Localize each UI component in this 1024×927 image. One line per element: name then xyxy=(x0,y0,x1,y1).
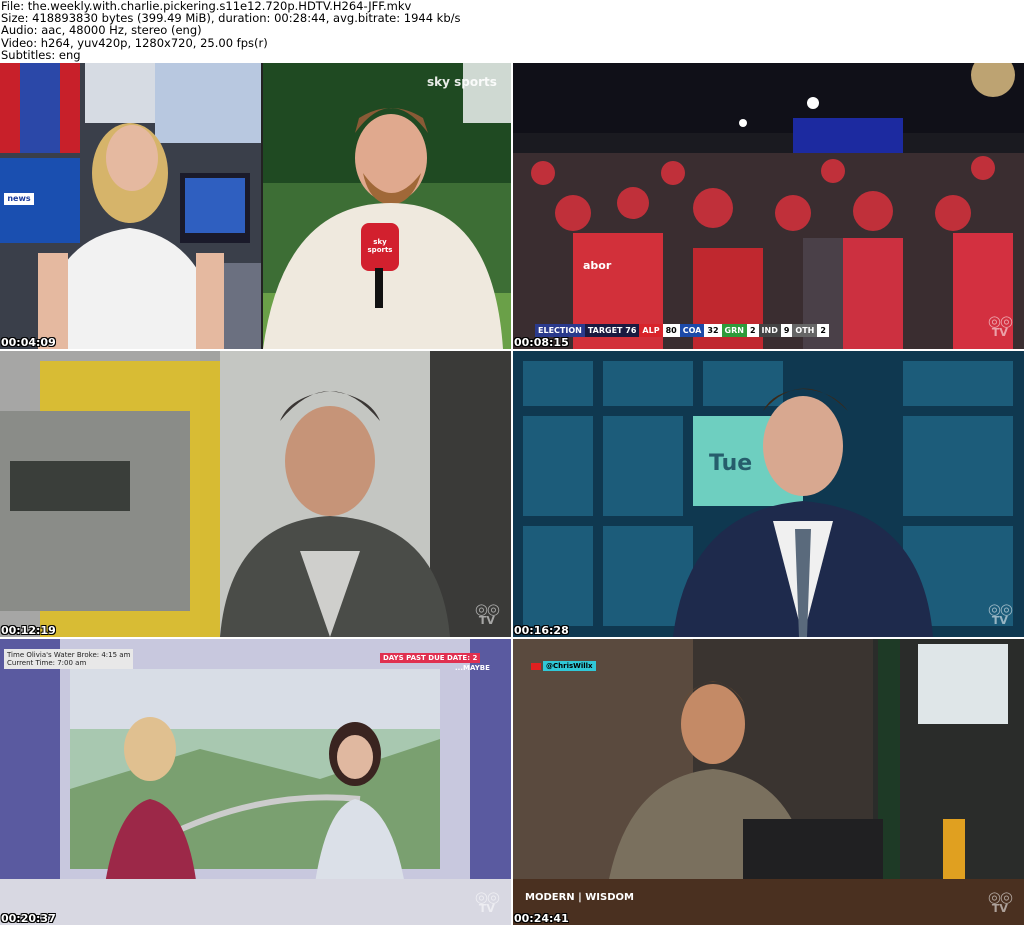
audio-line: Audio: aac, 48000 Hz, stereo (eng) xyxy=(1,23,202,38)
thumbnail-6: @ChrisWillx MODERN | WISDOM ◎◎ TV 00:24:4… xyxy=(513,639,1024,925)
thumbnail-grid: news sky sports sky sports 00:04:09 abor… xyxy=(0,63,1024,927)
abc-watermark: ◎◎ TV xyxy=(988,314,1013,339)
party-alp-value: 80 xyxy=(662,324,680,337)
timestamp: 00:08:15 xyxy=(514,336,569,349)
screen-text: Tue xyxy=(709,451,753,476)
election-chyron: ELECTION TARGET 76 ALP 80 COA 32 GRN 2 I… xyxy=(535,324,829,337)
studio-scene xyxy=(513,351,1024,637)
youtube-icon xyxy=(531,662,541,670)
mic-label: sky sports xyxy=(367,238,393,254)
newsroom-scene xyxy=(0,63,261,349)
timestamp: 00:24:41 xyxy=(514,912,569,925)
target-label: TARGET 76 xyxy=(584,324,640,337)
file-info-header: File: the.weekly.with.charlie.pickering.… xyxy=(0,0,1024,63)
maybe-label: ...MAYBE xyxy=(455,664,490,672)
party-coa: COA xyxy=(679,324,705,337)
election-crowd-scene xyxy=(513,63,1024,349)
subtitles-line: Subtitles: eng xyxy=(1,47,81,62)
podcast-scene xyxy=(513,639,1024,925)
abc-watermark: ◎◎ TV xyxy=(475,602,500,627)
handle-text: @ChrisWillx xyxy=(543,661,596,671)
thumbnail-5: Time Olivia's Water Broke: 4:15 am Curre… xyxy=(0,639,511,925)
timestamp: 00:20:37 xyxy=(1,912,56,925)
brand-logo: MODERN | WISDOM xyxy=(525,892,634,903)
days-past-due-badge: DAYS PAST DUE DATE: 2 xyxy=(380,653,481,663)
party-oth-value: 2 xyxy=(817,324,829,337)
video-line: Video: h264, yuv420p, 1280x720, 25.00 fp… xyxy=(1,35,268,50)
timestamp: 00:04:09 xyxy=(1,336,56,349)
party-coa-value: 32 xyxy=(704,324,722,337)
water-broke-line: Time Olivia's Water Broke: 4:15 am xyxy=(7,651,131,659)
reporter-scene xyxy=(263,63,511,349)
thumbnail-2: abor ELECTION TARGET 76 ALP 80 COA 32 GR… xyxy=(513,63,1024,349)
party-grn-value: 2 xyxy=(746,324,759,337)
party-alp: ALP xyxy=(639,324,663,337)
info-box: Time Olivia's Water Broke: 4:15 am Curre… xyxy=(4,649,134,669)
timestamp: 00:12:19 xyxy=(1,624,56,637)
party-grn: GRN xyxy=(721,324,747,337)
thumbnail-4: Tue ◎◎ TV 00:16:28 xyxy=(513,351,1024,637)
party-ind: IND xyxy=(758,324,781,337)
channel-handle: @ChrisWillx xyxy=(531,661,596,671)
thumbnail-1: news sky sports sky sports 00:04:09 xyxy=(0,63,511,349)
party-oth: OTH xyxy=(792,324,818,337)
news-logo: news xyxy=(4,193,34,205)
interview-scene xyxy=(0,351,511,637)
current-time-line: Current Time: 7:00 am xyxy=(7,659,87,667)
abc-watermark: ◎◎ TV xyxy=(475,890,500,915)
shirt-text: abor xyxy=(583,259,612,272)
party-ind-value: 9 xyxy=(780,324,793,337)
morning-show-scene xyxy=(0,639,511,925)
timestamp: 00:16:28 xyxy=(514,624,569,637)
abc-watermark: ◎◎ TV xyxy=(988,890,1013,915)
sky-sports-logo: sky sports xyxy=(427,75,497,89)
abc-watermark: ◎◎ TV xyxy=(988,602,1013,627)
thumbnail-3: ◎◎ TV 00:12:19 xyxy=(0,351,511,637)
